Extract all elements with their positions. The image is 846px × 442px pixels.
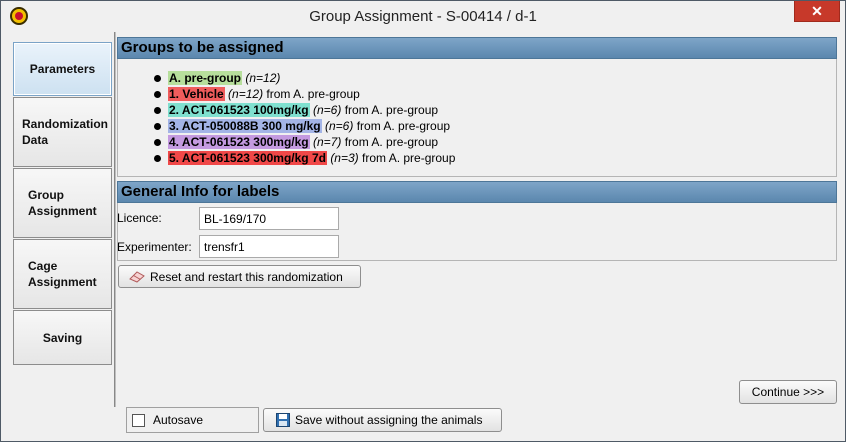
list-item: 3. ACT-050088B 300 mg/kg (n=6) from A. p… xyxy=(154,118,455,134)
tab-label: Parameters xyxy=(29,62,96,76)
list-item: 5. ACT-061523 300mg/kg 7d (n=3) from A. … xyxy=(154,150,455,166)
title-bar: Group Assignment - S-00414 / d-1 ✕ xyxy=(1,1,845,31)
licence-label: Licence: xyxy=(117,211,162,225)
group-assignment-window: Group Assignment - S-00414 / d-1 ✕ Param… xyxy=(0,0,846,442)
group-count: (n=6) xyxy=(324,119,354,133)
experimenter-label: Experimenter: xyxy=(117,240,192,254)
list-item: A. pre-group (n=12) xyxy=(154,70,455,86)
experimenter-input[interactable] xyxy=(199,235,339,258)
bullet-icon xyxy=(154,75,161,82)
group-source: from A. pre-group xyxy=(266,87,360,101)
list-item: 1. Vehicle (n=12) from A. pre-group xyxy=(154,86,455,102)
tab-group-assignment[interactable]: Group Assignment xyxy=(13,168,112,238)
tab-randomization-data[interactable]: Randomization Data xyxy=(13,97,112,167)
info-section-header: General Info for labels xyxy=(117,181,837,203)
reset-button-label: Reset and restart this randomization xyxy=(150,269,343,284)
main-panel: Groups to be assigned A. pre-group (n=12… xyxy=(117,37,838,407)
save-without-assigning-button[interactable]: Save without assigning the animals xyxy=(263,408,502,432)
group-source: from A. pre-group xyxy=(356,119,451,133)
group-count: (n=6) xyxy=(312,103,342,117)
continue-button-label: Continue >>> xyxy=(751,385,825,399)
tab-label: Cage Assignment xyxy=(28,259,97,289)
eraser-icon xyxy=(129,270,145,283)
close-button[interactable]: ✕ xyxy=(794,1,840,22)
tab-label: Randomization Data xyxy=(22,117,108,147)
tab-cage-assignment[interactable]: Cage Assignment xyxy=(13,239,112,309)
group-count: (n=12) xyxy=(228,87,264,101)
group-count: (n=12) xyxy=(245,71,281,85)
bullet-icon xyxy=(154,91,161,98)
group-name: A. pre-group xyxy=(168,71,242,85)
group-source: from A. pre-group xyxy=(362,151,456,165)
bullet-icon xyxy=(154,155,161,162)
window-title: Group Assignment - S-00414 / d-1 xyxy=(309,8,537,25)
tab-label: Saving xyxy=(42,330,83,345)
group-name: 2. ACT-061523 100mg/kg xyxy=(168,103,310,117)
autosave-toggle[interactable]: Autosave xyxy=(126,407,259,433)
floppy-disk-icon xyxy=(276,413,290,427)
tab-parameters[interactable]: Parameters xyxy=(13,42,112,96)
bullet-icon xyxy=(154,139,161,146)
bullet-icon xyxy=(154,107,161,114)
group-name: 3. ACT-050088B 300 mg/kg xyxy=(168,119,322,133)
group-count: (n=7) xyxy=(312,135,342,149)
group-name: 5. ACT-061523 300mg/kg 7d xyxy=(168,151,327,165)
group-list: A. pre-group (n=12) 1. Vehicle (n=12) fr… xyxy=(154,70,455,166)
panel-divider xyxy=(114,32,116,407)
group-name: 4. ACT-061523 300mg/kg xyxy=(168,135,310,149)
tab-label: Group Assignment xyxy=(28,188,97,218)
tab-saving[interactable]: Saving xyxy=(13,310,112,365)
group-name: 1. Vehicle xyxy=(168,87,225,101)
window-content: Parameters Randomization Data Group Assi… xyxy=(8,32,840,437)
licence-input[interactable] xyxy=(199,207,339,230)
group-count: (n=3) xyxy=(330,151,359,165)
autosave-label: Autosave xyxy=(153,413,204,427)
autosave-checkbox[interactable] xyxy=(132,413,145,427)
list-item: 2. ACT-061523 100mg/kg (n=6) from A. pre… xyxy=(154,102,455,118)
bullet-icon xyxy=(154,123,161,130)
group-source: from A. pre-group xyxy=(344,103,439,117)
group-source: from A. pre-group xyxy=(344,135,439,149)
continue-button[interactable]: Continue >>> xyxy=(739,380,837,404)
groups-section-header: Groups to be assigned xyxy=(117,37,837,59)
list-item: 4. ACT-061523 300mg/kg (n=7) from A. pre… xyxy=(154,134,455,150)
reset-randomization-button[interactable]: Reset and restart this randomization xyxy=(118,265,361,288)
save-button-label: Save without assigning the animals xyxy=(295,413,483,427)
